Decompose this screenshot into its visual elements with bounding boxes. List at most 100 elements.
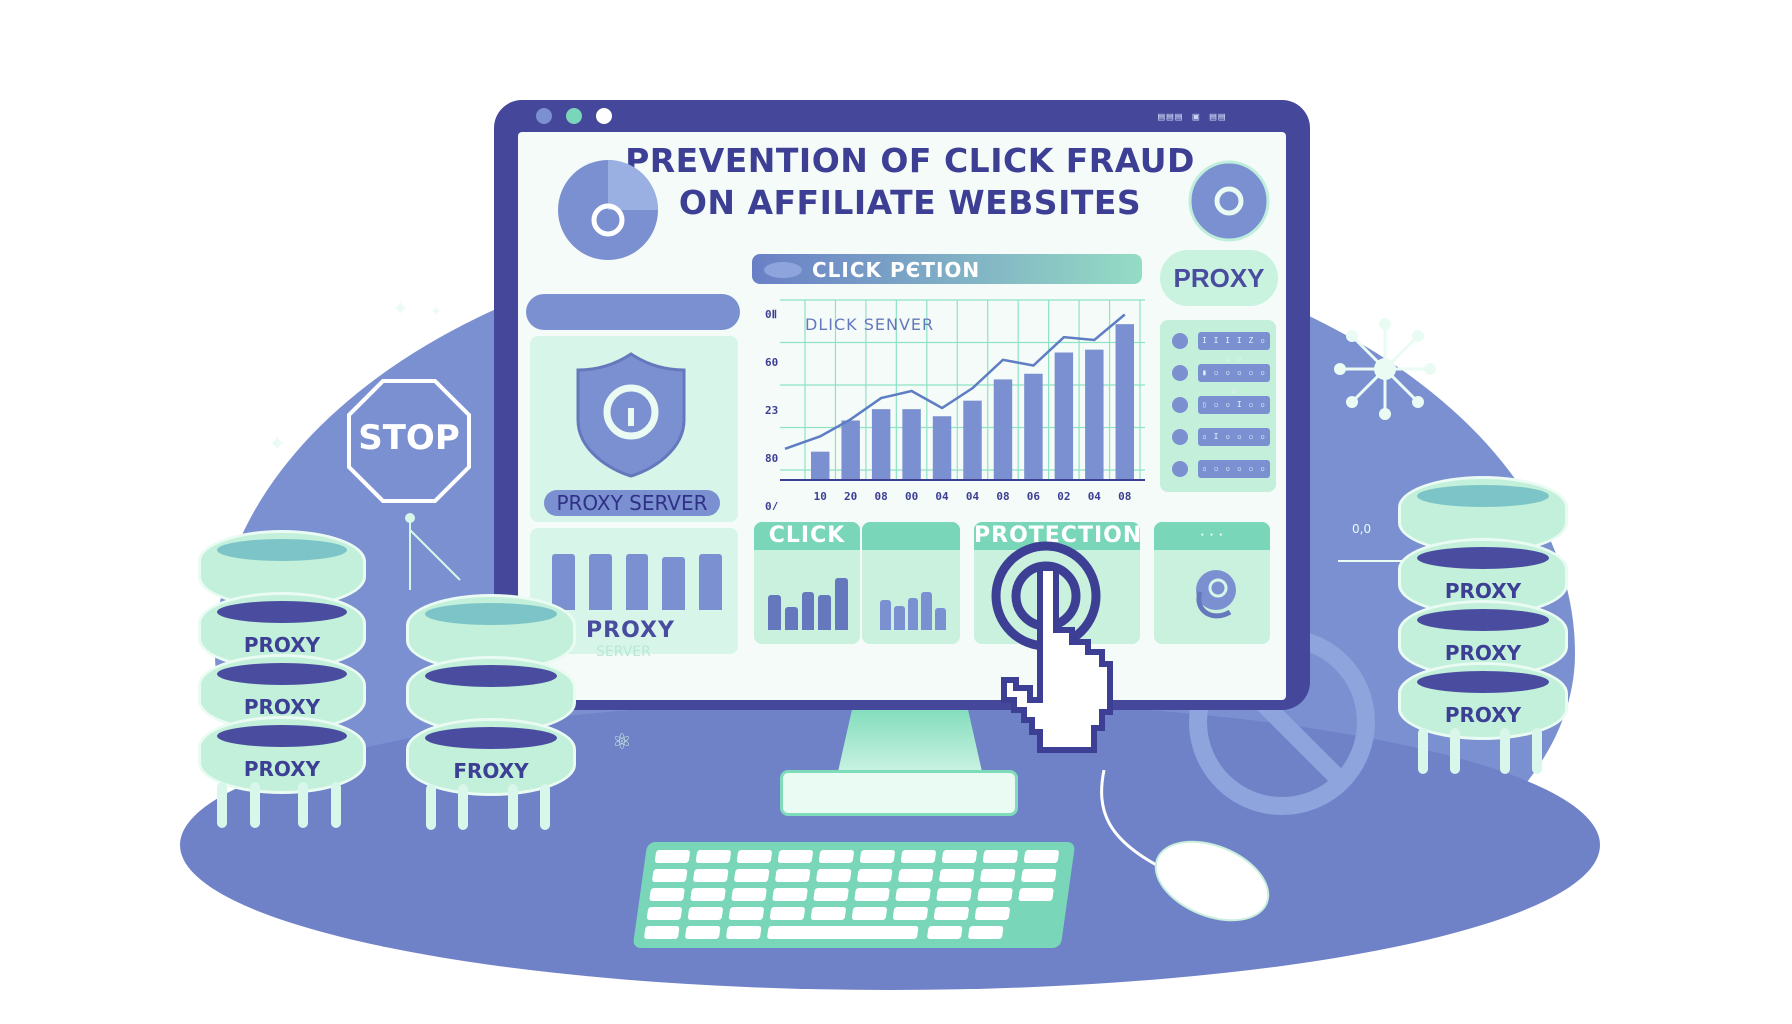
server-label: PROXY: [1444, 703, 1522, 727]
keyboard-key[interactable]: [926, 926, 963, 939]
keyboard-key[interactable]: [769, 907, 806, 920]
keyboard-key[interactable]: [690, 888, 726, 901]
keyboard-key[interactable]: [941, 850, 978, 863]
keyboard-key[interactable]: [967, 926, 1004, 939]
server-leg: [540, 784, 551, 830]
server-disk-top: [217, 539, 347, 561]
window-dot-2[interactable]: [566, 108, 582, 124]
keyboard-key[interactable]: [643, 926, 680, 939]
x-tick-label: 08: [996, 490, 1009, 503]
keyboard-key[interactable]: [900, 850, 937, 863]
server-disk-top: [217, 601, 347, 623]
x-tick-label: 02: [1057, 490, 1070, 503]
keyboard-key[interactable]: [766, 926, 919, 939]
keyboard-key[interactable]: [977, 888, 1013, 901]
keyboard-key[interactable]: [774, 869, 811, 882]
mini-card-click[interactable]: CLICK: [754, 522, 860, 644]
y-tick-label: 0/: [765, 500, 779, 510]
server-disk-top: [1417, 671, 1549, 693]
page-title: PREVENTION OF CLICK FRAUD ON AFFILIATE W…: [600, 140, 1220, 224]
x-tick-label: 04: [1088, 490, 1102, 503]
molecule-icon: ⚛: [612, 730, 632, 755]
server-disk-top: [425, 727, 557, 749]
keyboard-key[interactable]: [982, 850, 1019, 863]
pie-chart-icon: [558, 160, 658, 260]
keyboard-key[interactable]: [646, 907, 683, 920]
chart-bar: [871, 409, 891, 480]
keyboard-key[interactable]: [695, 850, 732, 863]
status-dot: [1172, 429, 1188, 445]
chart-bar: [1085, 349, 1104, 480]
chart-bar: [841, 420, 860, 480]
chart-bars: [780, 324, 1145, 481]
small-text: 0,0: [1352, 522, 1372, 536]
x-tick-label: 08: [1118, 490, 1131, 503]
keyboard-key[interactable]: [772, 888, 808, 901]
keyboard[interactable]: [632, 842, 1076, 948]
mini-bar: [921, 592, 933, 630]
keyboard-key[interactable]: [692, 869, 729, 882]
keyboard-key[interactable]: [859, 850, 896, 863]
server-leg: [507, 784, 518, 830]
keyboard-key[interactable]: [854, 888, 890, 901]
keyboard-key[interactable]: [725, 926, 762, 939]
keyboard-key[interactable]: [684, 926, 721, 939]
keyboard-key[interactable]: [1018, 888, 1054, 901]
mini-card-fingerprint[interactable]: · · ·: [1154, 522, 1270, 644]
keyboard-key[interactable]: [649, 888, 685, 901]
window-dot-1[interactable]: [536, 108, 552, 124]
status-dot: [1172, 397, 1188, 413]
keyboard-key[interactable]: [856, 869, 893, 882]
keyboard-key[interactable]: [731, 888, 767, 901]
keyboard-key[interactable]: [1023, 850, 1060, 863]
keyboard-key[interactable]: [936, 888, 972, 901]
keyboard-key[interactable]: [895, 888, 931, 901]
server-leg: [330, 782, 341, 828]
keyboard-key[interactable]: [810, 907, 847, 920]
keyboard-key[interactable]: [979, 869, 1016, 882]
keyboard-key[interactable]: [818, 850, 855, 863]
keyboard-key[interactable]: [897, 869, 934, 882]
mini-card-title: CLICK: [754, 522, 860, 550]
keyboard-key[interactable]: [933, 907, 970, 920]
keyboard-key[interactable]: [813, 888, 849, 901]
server-list-item[interactable]: ▯ ▫ ▫ I ▫ ▫: [1168, 394, 1272, 418]
status-dot: [1172, 333, 1188, 349]
keyboard-key[interactable]: [851, 907, 888, 920]
keyboard-key[interactable]: [938, 869, 975, 882]
keyboard-key[interactable]: [733, 869, 770, 882]
server-leg: [298, 782, 309, 828]
chart-bar: [963, 400, 982, 480]
mini-bar: [818, 595, 832, 630]
keyboard-key[interactable]: [777, 850, 814, 863]
mini-bar: [699, 554, 722, 610]
window-dot-3[interactable]: [596, 108, 612, 124]
x-tick-label: 10: [814, 490, 827, 503]
keyboard-key[interactable]: [651, 869, 688, 882]
server-disk-top: [1417, 609, 1549, 631]
server-list-item[interactable]: ▫ I ▫ ▫ ▫ ▫: [1168, 426, 1272, 450]
chart-header-toggle[interactable]: [764, 262, 802, 278]
keyboard-key[interactable]: [654, 850, 691, 863]
chart-title: DLICK SENVER: [805, 315, 934, 334]
server-list-item[interactable]: ▮ ▫ ▫ ▫ ▫ ▫ ▫: [1168, 362, 1272, 395]
proxy-badge[interactable]: PROXY: [1160, 250, 1278, 306]
keyboard-key[interactable]: [728, 907, 765, 920]
mini-card-second[interactable]: [862, 522, 960, 644]
keyboard-key[interactable]: [892, 907, 929, 920]
server-list-item[interactable]: I I I I Z ▫ ▫ ▫: [1168, 330, 1272, 363]
server-disk-top: [425, 603, 557, 625]
keyboard-key[interactable]: [736, 850, 773, 863]
server-label: PROXY: [243, 757, 321, 781]
keyboard-key[interactable]: [815, 869, 852, 882]
keyboard-key[interactable]: [974, 907, 1011, 920]
keyboard-key[interactable]: [1020, 869, 1057, 882]
chart-bar: [811, 451, 830, 480]
y-tick-label: 23: [765, 404, 778, 417]
server-list-item[interactable]: ▫ ▫ ▫ ▫ ▫ ▫: [1168, 458, 1272, 482]
chart-y-ticks: 0Ⅱ 60 23 80 0/: [765, 308, 779, 510]
server-leg: [249, 782, 260, 828]
mini-bar: [893, 605, 905, 630]
fingerprint-icon: [1196, 570, 1236, 619]
keyboard-key[interactable]: [687, 907, 724, 920]
